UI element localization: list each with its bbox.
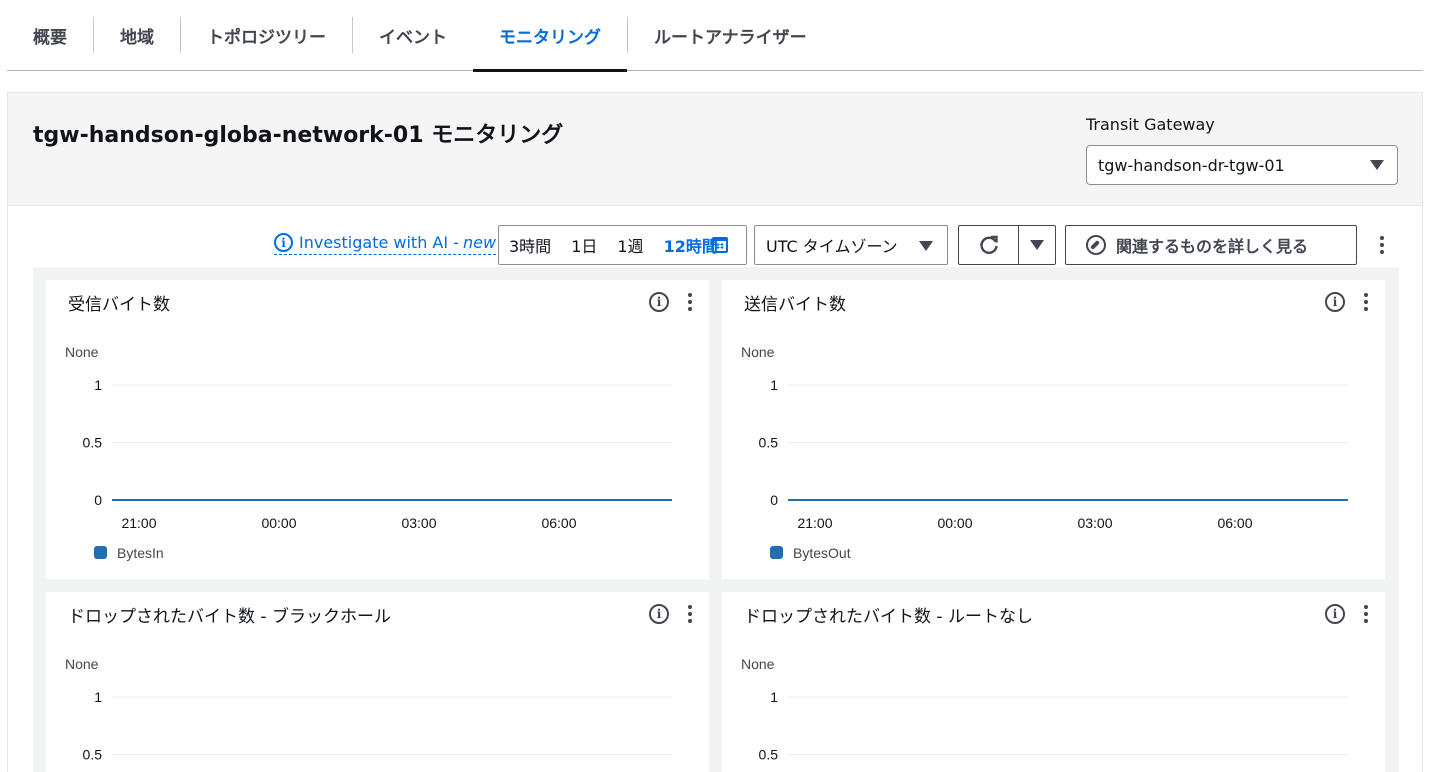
x-tick-label: 03:00 [1077, 515, 1112, 531]
page-title: tgw-handson-globa-network-01 モニタリング [33, 123, 564, 148]
x-tick-label: 06:00 [541, 515, 576, 531]
x-tick-label: 00:00 [937, 515, 972, 531]
caret-down-icon [1370, 160, 1384, 170]
more-vertical-icon[interactable] [1380, 236, 1384, 254]
y-tick-label: 1 [770, 689, 778, 705]
tab-bar: 概要 地域 トポロジツリー イベント モニタリング ルートアナライザー [7, 0, 1423, 72]
investigate-ai-link[interactable]: i Investigate with AI - new [274, 233, 497, 255]
monitoring-container: tgw-handson-globa-network-01 モニタリング Tran… [7, 92, 1423, 772]
x-tick-label: 06:00 [1217, 515, 1252, 531]
tab-events[interactable]: イベント [379, 0, 447, 71]
y-axis-unit-label: None [741, 344, 775, 360]
refresh-icon [980, 235, 998, 254]
tab-route-analyzer[interactable]: ルートアナライザー [654, 0, 807, 71]
compass-icon [1086, 235, 1106, 255]
x-tick-label: 03:00 [401, 515, 436, 531]
widget-dropped-blackhole: ドロップされたバイト数 - ブラックホール i None 1 0.5 [46, 592, 709, 772]
caret-down-icon [1030, 240, 1045, 250]
timezone-value: UTC タイムゾーン [766, 237, 898, 256]
range-option-1d[interactable]: 1日 [571, 233, 597, 257]
container-header: tgw-handson-globa-network-01 モニタリング Tran… [8, 93, 1422, 206]
range-option-1w[interactable]: 1週 [617, 233, 643, 257]
widget-dropped-no-route: ドロップされたバイト数 - ルートなし i None 1 0.5 [722, 592, 1385, 772]
transit-gateway-select[interactable]: tgw-handson-dr-tgw-01 [1086, 145, 1398, 185]
y-tick-label: 1 [94, 689, 102, 705]
chart-dropped-blackhole: None 1 0.5 [65, 656, 672, 763]
y-tick-label: 0 [770, 492, 778, 508]
legend-swatch [770, 546, 783, 559]
y-tick-label: 0.5 [759, 435, 779, 451]
calendar-icon[interactable] [712, 237, 728, 253]
tab-topology-tree[interactable]: トポロジツリー [207, 0, 326, 71]
time-range-selector: 3時間 1日 1週 12時間 [498, 225, 747, 265]
tab-divider [180, 17, 181, 53]
refresh-button-group [958, 225, 1056, 265]
tab-monitoring[interactable]: モニタリング [473, 0, 627, 72]
y-tick-label: 0.5 [759, 747, 779, 763]
y-axis-unit-label: None [65, 344, 99, 360]
transit-gateway-label: Transit Gateway [1086, 115, 1215, 134]
y-tick-label: 1 [770, 377, 778, 393]
legend-swatch [94, 546, 107, 559]
y-tick-label: 0.5 [83, 435, 103, 451]
y-tick-label: 0.5 [83, 747, 103, 763]
tab-overview[interactable]: 概要 [33, 0, 67, 71]
refresh-interval-dropdown[interactable] [1019, 226, 1055, 264]
dashboard-toolbar: i Investigate with AI - new 3時間 1日 1週 12… [8, 225, 1422, 267]
y-tick-label: 0 [94, 492, 102, 508]
legend-label: BytesIn [117, 545, 164, 561]
caret-down-icon [919, 241, 933, 251]
y-axis-unit-label: None [741, 656, 775, 672]
widget-bytes-out: 送信バイト数 i None 1 0.5 0 21:00 00:00 03:00 06:00 By… [722, 280, 1385, 579]
tab-divider [627, 17, 628, 53]
chart-dropped-no-route: None 1 0.5 [741, 656, 1348, 763]
tab-region[interactable]: 地域 [120, 0, 154, 71]
x-tick-label: 00:00 [261, 515, 296, 531]
tab-divider [93, 17, 94, 53]
range-option-12h[interactable]: 12時間 [664, 233, 718, 257]
refresh-button[interactable] [959, 226, 1020, 264]
explore-related-button[interactable]: 関連するものを詳しく見る [1065, 225, 1357, 265]
tab-divider [352, 17, 353, 53]
y-axis-unit-label: None [65, 656, 99, 672]
chart-bytes-in: None 1 0.5 0 21:00 00:00 03:00 06:00 BytesIn [65, 344, 672, 561]
legend-label: BytesOut [793, 545, 851, 561]
x-tick-label: 21:00 [797, 515, 832, 531]
explore-related-label: 関連するものを詳しく見る [1116, 237, 1309, 256]
dashboard-grid: 受信バイト数 i None 1 0.5 0 21:00 00:00 03:00 06:00 By… [33, 267, 1399, 772]
chart-bytes-out: None 1 0.5 0 21:00 00:00 03:00 06:00 BytesOut [741, 344, 1348, 561]
new-badge: new [462, 233, 497, 252]
widget-bytes-in: 受信バイト数 i None 1 0.5 0 21:00 00:00 03:00 06:00 By… [46, 280, 709, 579]
y-tick-label: 1 [94, 377, 102, 393]
info-icon: i [274, 233, 293, 252]
x-tick-label: 21:00 [121, 515, 156, 531]
investigate-ai-label: Investigate with AI - [299, 233, 459, 252]
transit-gateway-value: tgw-handson-dr-tgw-01 [1098, 155, 1285, 175]
timezone-select[interactable]: UTC タイムゾーン [754, 225, 948, 265]
range-option-3h[interactable]: 3時間 [509, 233, 551, 257]
